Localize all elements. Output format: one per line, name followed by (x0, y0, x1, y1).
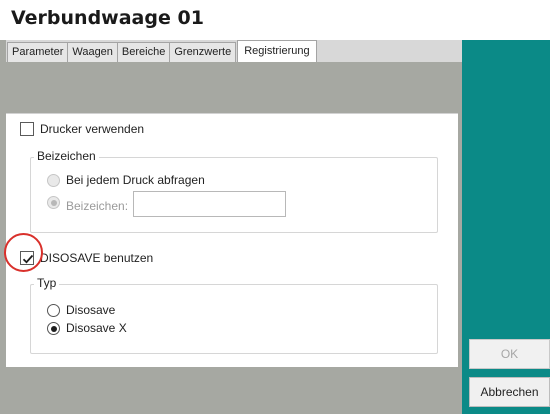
radio-disosave[interactable] (47, 304, 60, 317)
beizeichen-input[interactable] (133, 191, 286, 217)
radio-ask-each-print[interactable] (47, 174, 60, 187)
tab-waagen[interactable]: Waagen (67, 42, 118, 62)
tab-grenzwerte[interactable]: Grenzwerte (169, 42, 237, 62)
tab-bereiche[interactable]: Bereiche (116, 42, 171, 62)
cancel-button[interactable]: Abbrechen (469, 377, 550, 407)
window-title: Verbundwaage 01 (11, 7, 204, 29)
tab-parameter[interactable]: Parameter (7, 42, 69, 62)
radio-disosave-label: Disosave (66, 303, 116, 317)
radio-disosave-x[interactable] (47, 322, 60, 335)
radio-disosave-x-label: Disosave X (66, 321, 127, 335)
ok-button[interactable]: OK (469, 339, 550, 369)
disosave-checkbox-label: DISOSAVE benutzen (40, 251, 154, 265)
printer-checkbox-label: Drucker verwenden (40, 122, 145, 136)
printer-checkbox[interactable] (20, 122, 34, 136)
radio-beizeichen-label: Beizeichen: (66, 199, 129, 213)
typ-group (30, 284, 438, 354)
radio-ask-each-print-label: Bei jedem Druck abfragen (66, 173, 205, 187)
beizeichen-group-label: Beizeichen (34, 149, 99, 163)
tab-strip: Parameter Waagen Bereiche Grenzwerte Reg… (6, 40, 462, 62)
typ-group-label: Typ (34, 276, 60, 290)
highlight-circle-annotation (4, 233, 43, 272)
radio-beizeichen[interactable] (47, 196, 60, 209)
tab-registrierung[interactable]: Registrierung (237, 40, 317, 62)
registration-panel: Drucker verwenden Beizeichen Bei jedem D… (6, 113, 458, 367)
